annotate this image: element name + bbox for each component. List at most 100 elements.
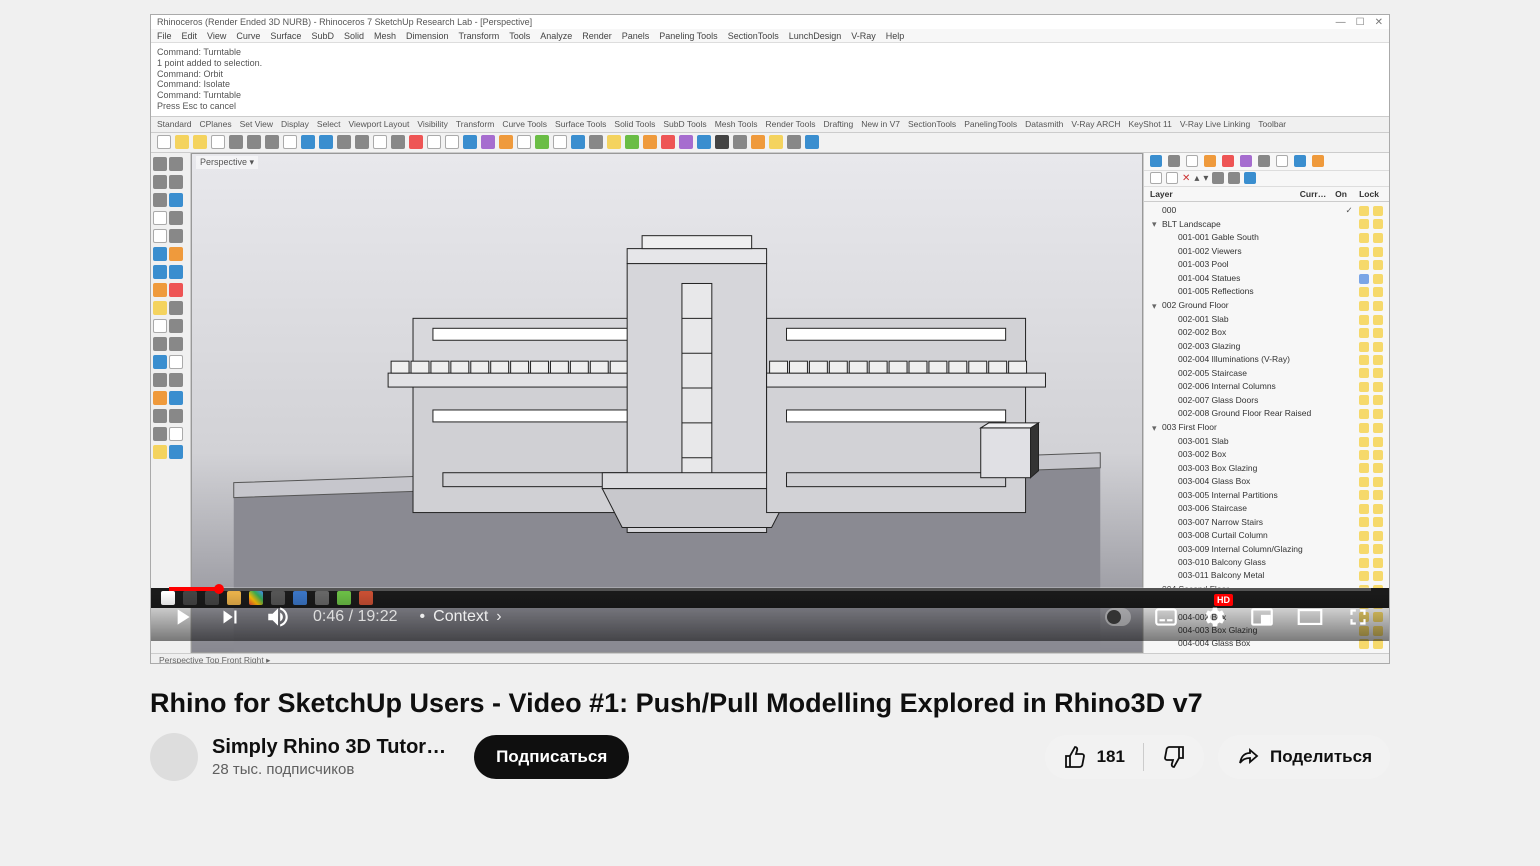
menu-item[interactable]: Paneling Tools bbox=[659, 31, 717, 41]
menu-item[interactable]: Curve bbox=[236, 31, 260, 41]
move-up-icon[interactable]: ▴ bbox=[1194, 173, 1199, 184]
layer-lock-icon[interactable] bbox=[1373, 301, 1383, 311]
tool-icon[interactable] bbox=[169, 391, 183, 405]
toolbar-icon[interactable] bbox=[643, 135, 657, 149]
toolbar-tab[interactable]: Display bbox=[281, 119, 309, 129]
layer-lock-icon[interactable] bbox=[1373, 517, 1383, 527]
channel-avatar[interactable] bbox=[150, 733, 198, 781]
layer-twisty-icon[interactable]: ▾ bbox=[1152, 422, 1162, 434]
toolbar-tab[interactable]: CPlanes bbox=[200, 119, 232, 129]
tool-icon[interactable] bbox=[153, 175, 167, 189]
layers-panel[interactable]: ✕ ▴ ▾ Layer Curr… On Lock 000✓▾BLT Lands… bbox=[1143, 153, 1389, 653]
menu-item[interactable]: Dimension bbox=[406, 31, 449, 41]
toolbar-tab[interactable]: V-Ray ARCH bbox=[1071, 119, 1120, 129]
layer-row[interactable]: 003-008 Curtail Column bbox=[1144, 529, 1389, 542]
toolbar-tab[interactable]: Surface Tools bbox=[555, 119, 606, 129]
menu-item[interactable]: Panels bbox=[622, 31, 650, 41]
toolbar-icon[interactable] bbox=[427, 135, 441, 149]
panel-tab-icon[interactable] bbox=[1168, 155, 1180, 167]
toolbar-tab[interactable]: V-Ray Live Linking bbox=[1180, 119, 1250, 129]
layer-lock-icon[interactable] bbox=[1373, 247, 1383, 257]
rhino-left-toolbar[interactable] bbox=[151, 153, 191, 653]
tool-icon[interactable] bbox=[169, 193, 183, 207]
tools-icon[interactable] bbox=[1228, 172, 1240, 184]
menu-item[interactable]: LunchDesign bbox=[789, 31, 842, 41]
layer-lock-icon[interactable] bbox=[1373, 504, 1383, 514]
theater-button[interactable] bbox=[1297, 604, 1323, 630]
layer-visible-icon[interactable] bbox=[1359, 531, 1369, 541]
panel-tab-icon[interactable] bbox=[1312, 155, 1324, 167]
toolbar-tab[interactable]: SectionTools bbox=[908, 119, 956, 129]
layer-row[interactable]: 002-004 Illuminations (V-Ray) bbox=[1144, 353, 1389, 366]
layer-visible-icon[interactable] bbox=[1359, 558, 1369, 568]
layer-visible-icon[interactable] bbox=[1359, 342, 1369, 352]
layer-lock-icon[interactable] bbox=[1373, 287, 1383, 297]
menu-item[interactable]: Render bbox=[582, 31, 612, 41]
rhino-command-area[interactable]: Command: Turntable1 point added to selec… bbox=[151, 43, 1389, 117]
layer-row[interactable]: 002-007 Glass Doors bbox=[1144, 394, 1389, 407]
toolbar-icon[interactable] bbox=[679, 135, 693, 149]
layer-row[interactable]: 003-005 Internal Partitions bbox=[1144, 489, 1389, 502]
captions-button[interactable] bbox=[1153, 604, 1179, 630]
layer-row[interactable]: 002-002 Box bbox=[1144, 326, 1389, 339]
layer-row[interactable]: 003-002 Box bbox=[1144, 448, 1389, 461]
layer-row[interactable]: 003-004 Glass Box bbox=[1144, 475, 1389, 488]
layer-visible-icon[interactable] bbox=[1359, 287, 1369, 297]
toolbar-icon[interactable] bbox=[157, 135, 171, 149]
toolbar-icon[interactable] bbox=[409, 135, 423, 149]
toolbar-icon[interactable] bbox=[517, 135, 531, 149]
tool-icon[interactable] bbox=[169, 319, 183, 333]
layer-lock-icon[interactable] bbox=[1373, 477, 1383, 487]
help-icon[interactable] bbox=[1244, 172, 1256, 184]
layer-row[interactable]: 001-005 Reflections bbox=[1144, 285, 1389, 298]
tool-icon[interactable] bbox=[169, 427, 183, 441]
panel-tab-icon[interactable] bbox=[1150, 155, 1162, 167]
layer-visible-icon[interactable] bbox=[1359, 206, 1369, 216]
layer-row[interactable]: 003-007 Narrow Stairs bbox=[1144, 516, 1389, 529]
toolbar-icon[interactable] bbox=[625, 135, 639, 149]
tool-icon[interactable] bbox=[169, 373, 183, 387]
layer-visible-icon[interactable] bbox=[1359, 260, 1369, 270]
toolbar-tab[interactable]: Set View bbox=[240, 119, 273, 129]
minimize-icon[interactable]: — bbox=[1336, 17, 1346, 28]
layer-lock-icon[interactable] bbox=[1373, 571, 1383, 581]
layer-row[interactable]: 001-003 Pool bbox=[1144, 258, 1389, 271]
layer-lock-icon[interactable] bbox=[1373, 206, 1383, 216]
tool-icon[interactable] bbox=[169, 445, 183, 459]
toolbar-icon[interactable] bbox=[355, 135, 369, 149]
toolbar-tab[interactable]: Toolbar bbox=[1258, 119, 1286, 129]
layer-lock-icon[interactable] bbox=[1373, 395, 1383, 405]
tool-icon[interactable] bbox=[153, 193, 167, 207]
toolbar-icon[interactable] bbox=[715, 135, 729, 149]
autoplay-toggle[interactable] bbox=[1105, 604, 1131, 630]
toolbar-icon[interactable] bbox=[769, 135, 783, 149]
tool-icon[interactable] bbox=[169, 247, 183, 261]
toolbar-icon[interactable] bbox=[373, 135, 387, 149]
menu-item[interactable]: File bbox=[157, 31, 172, 41]
tool-icon[interactable] bbox=[169, 265, 183, 279]
video-player[interactable]: Rhinoceros (Render Ended 3D NURB) - Rhin… bbox=[150, 14, 1390, 664]
layer-lock-icon[interactable] bbox=[1373, 342, 1383, 352]
toolbar-tab[interactable]: Drafting bbox=[823, 119, 853, 129]
toolbar-tab[interactable]: Transform bbox=[456, 119, 494, 129]
layer-visible-icon[interactable] bbox=[1359, 517, 1369, 527]
toolbar-tab[interactable]: New in V7 bbox=[861, 119, 900, 129]
layer-lock-icon[interactable] bbox=[1373, 233, 1383, 243]
toolbar-tab[interactable]: Mesh Tools bbox=[715, 119, 758, 129]
layer-row[interactable]: ▾003 First Floor bbox=[1144, 421, 1389, 435]
tool-icon[interactable] bbox=[153, 427, 167, 441]
maximize-icon[interactable]: ☐ bbox=[1356, 17, 1365, 28]
tool-icon[interactable] bbox=[153, 229, 167, 243]
layer-visible-icon[interactable] bbox=[1359, 328, 1369, 338]
toolbar-tab[interactable]: Solid Tools bbox=[614, 119, 655, 129]
rhino-top-toolbar[interactable] bbox=[151, 133, 1389, 153]
dislike-button[interactable] bbox=[1144, 735, 1204, 779]
toolbar-tab[interactable]: Standard bbox=[157, 119, 192, 129]
toolbar-tab[interactable]: Render Tools bbox=[766, 119, 816, 129]
toolbar-icon[interactable] bbox=[463, 135, 477, 149]
layer-lock-icon[interactable] bbox=[1373, 368, 1383, 378]
toolbar-tab[interactable]: SubD Tools bbox=[663, 119, 706, 129]
tool-icon[interactable] bbox=[153, 247, 167, 261]
tool-icon[interactable] bbox=[169, 301, 183, 315]
layer-row[interactable]: 002-006 Internal Columns bbox=[1144, 380, 1389, 393]
